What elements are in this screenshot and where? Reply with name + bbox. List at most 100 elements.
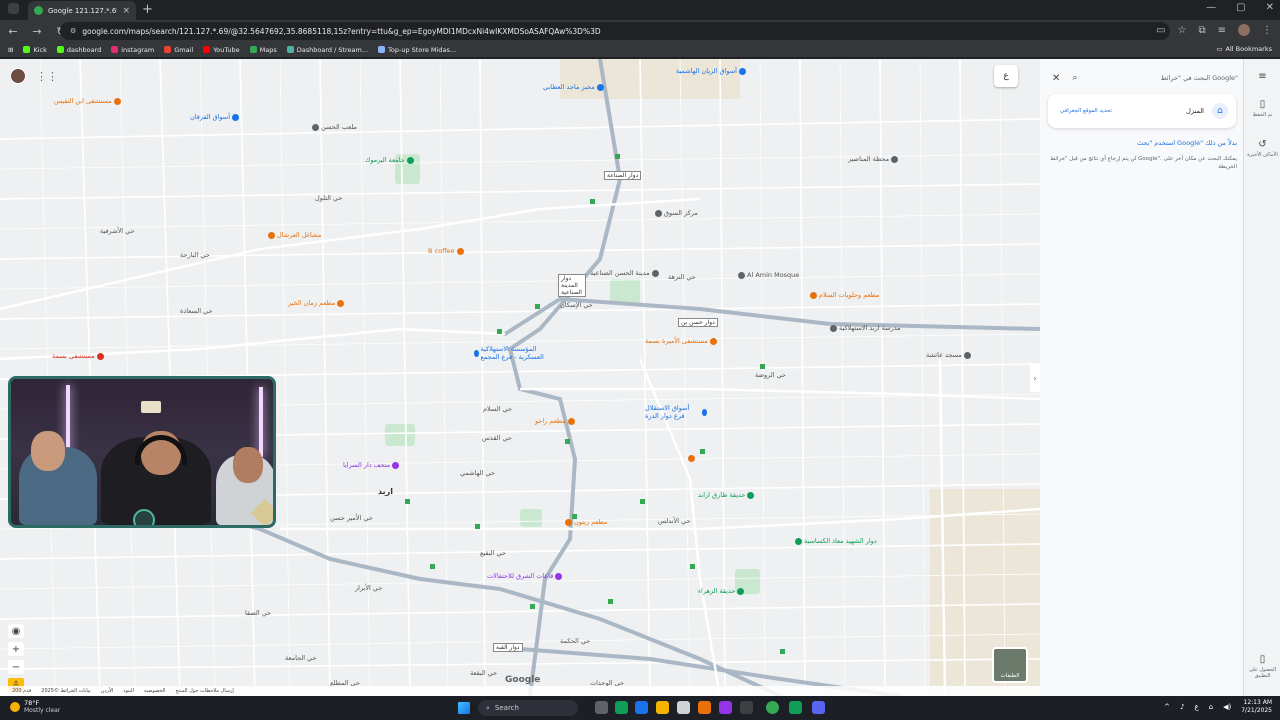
apps-grid-icon[interactable]: ⊞ [8, 46, 13, 54]
network-icon[interactable]: ⌂ [1209, 703, 1213, 711]
new-tab-icon[interactable]: + [142, 2, 153, 17]
app-icon[interactable] [740, 701, 753, 714]
mosque-icon [738, 271, 745, 279]
poi[interactable]: مطعم راحو [535, 417, 575, 425]
poi[interactable]: حديقة طارق ارابد [698, 491, 755, 499]
app-icon[interactable] [719, 701, 732, 714]
microphone-icon[interactable]: ♪ [1180, 703, 1184, 711]
poi[interactable]: مستشفى بسمة [52, 352, 104, 360]
store-icon [268, 231, 275, 239]
rail-recent[interactable]: ↺ الأماكن الأخيرة [1244, 139, 1280, 158]
poi[interactable]: مدرسة اربد الاستهلاكية [830, 324, 901, 332]
poi[interactable]: مشاغل العرشال [268, 231, 321, 239]
menu-icon[interactable]: ⋮ [1262, 25, 1272, 36]
media-icon[interactable]: ≡ [1218, 25, 1226, 36]
maximize-icon[interactable]: ▢ [1236, 2, 1245, 13]
poi[interactable]: مستشفى ابن النفيس [54, 97, 121, 105]
store-icon [378, 46, 386, 53]
kick-icon [56, 46, 64, 53]
close-window-icon[interactable]: ✕ [1266, 2, 1274, 13]
extensions-icon[interactable]: ⧉ [1198, 25, 1205, 36]
bookmark-instagram[interactable]: instagram [111, 46, 154, 54]
rail-saved[interactable]: ▯ تم الحفظ [1244, 99, 1280, 118]
app-icon[interactable] [698, 701, 711, 714]
clock[interactable]: 12:13 AM 7/21/2025 [1241, 699, 1272, 715]
bookmark-youtube[interactable]: YouTube [203, 46, 240, 54]
taskbar-search[interactable]: ⌕ Search [478, 700, 578, 716]
poi[interactable]: مطعم زيتون [565, 518, 607, 526]
app-icon[interactable] [789, 701, 802, 714]
task-view-icon[interactable] [595, 701, 608, 714]
chrome-icon[interactable] [766, 701, 779, 714]
bookmark-kick[interactable]: Kick [23, 46, 47, 54]
edge-icon[interactable] [615, 701, 628, 714]
search-input[interactable]: البحث في "خرائط Google" [1089, 74, 1238, 82]
poi[interactable]: أسواق الفرقان [190, 113, 240, 121]
poi[interactable]: مخبز ماجد العطابي [543, 83, 604, 91]
poi[interactable]: متحف دار السرايا [343, 461, 400, 469]
rail-get-app[interactable]: ▯ الحصول على التطبيق [1244, 654, 1280, 679]
poi[interactable]: دوار الشهيد معاذ الكساسبة [795, 537, 877, 545]
area-label: حي الروضة [755, 371, 787, 379]
google-apps-icon[interactable]: ⋮⋮ [36, 70, 58, 83]
poi[interactable]: مستشفى الأميرة بسمة [645, 337, 717, 345]
poi[interactable]: مركز السوق [655, 209, 698, 217]
poi[interactable]: مطعم زمان الخير [288, 299, 345, 307]
my-location-icon[interactable]: ◉ [8, 624, 24, 638]
site-info-icon[interactable]: ⚙ [70, 27, 76, 35]
back-icon[interactable]: ← [6, 25, 20, 38]
weather-widget[interactable]: 78°F Mostly clear [10, 699, 60, 714]
language-button[interactable]: ع [994, 65, 1018, 87]
collapse-panel-icon[interactable]: › [1030, 364, 1040, 392]
area-label: حي الأمير حسن [330, 514, 373, 522]
search-box[interactable]: ✕ ⌕ البحث في "خرائط Google" [1052, 67, 1238, 89]
profile-avatar[interactable] [1238, 24, 1250, 36]
input-language[interactable]: ع [1194, 703, 1198, 711]
poi[interactable]: مدينة الحسن الصناعية [590, 269, 659, 277]
poi[interactable] [688, 455, 695, 462]
poi[interactable]: أسواق الريان الهاشمية [676, 67, 746, 75]
use-google-search-link[interactable]: استخدم "بحث Google" بدلاً من ذلك [1047, 139, 1237, 147]
home-card[interactable]: تحديد الموقع الجغرافي المنزل ⌂ [1048, 94, 1236, 128]
tray-overflow-icon[interactable]: ^ [1164, 703, 1170, 711]
zoom-in-button[interactable]: + [8, 642, 24, 656]
volume-icon[interactable]: ◀) [1223, 703, 1231, 711]
windows-start-icon[interactable] [458, 702, 470, 714]
bookmark-stream-dashboard[interactable]: Dashboard / Stream... [286, 46, 368, 54]
account-avatar[interactable] [10, 68, 26, 84]
poi[interactable]: محطة المناصير [848, 155, 899, 163]
file-explorer-icon[interactable] [656, 701, 669, 714]
minimize-icon[interactable]: — [1206, 2, 1216, 13]
tab-search-icon[interactable] [8, 3, 19, 14]
poi[interactable]: مطعم وحلويات السلام [810, 291, 879, 299]
app-icon[interactable] [677, 701, 690, 714]
search-icon[interactable]: ⌕ [1072, 73, 1077, 83]
bookmark-gmail[interactable]: Gmail [164, 46, 193, 54]
poi[interactable]: قاعات الشرق للاحتفالات [487, 572, 563, 580]
rail-menu[interactable]: ≡ [1244, 71, 1280, 84]
poi[interactable]: المؤسسة الاستهلاكية العسكرية - فرع المجم… [474, 345, 559, 361]
discord-icon[interactable] [812, 701, 825, 714]
poi[interactable]: Al Amin Mosque [738, 271, 799, 279]
zoom-out-button[interactable]: − [8, 660, 24, 674]
forward-icon[interactable]: → [30, 25, 44, 38]
browser-tab[interactable]: Google خرائط - 69.*.121.127 × [28, 1, 136, 20]
close-icon[interactable]: ✕ [1052, 73, 1060, 84]
bookmark-maps[interactable]: Maps [249, 46, 277, 54]
poi[interactable]: أسواق الاستقلال فرع دوار الدرة [645, 404, 707, 420]
poi[interactable]: حديقة الزهراء [698, 587, 745, 595]
poi[interactable]: جامعة اليرموك [365, 156, 414, 164]
bookmark-star-icon[interactable]: ☆ [1178, 25, 1187, 36]
all-bookmarks[interactable]: ▭ All Bookmarks [1216, 45, 1272, 53]
app-icon[interactable] [635, 701, 648, 714]
poi[interactable]: مسجد عائشة [926, 351, 971, 359]
close-tab-icon[interactable]: × [122, 6, 130, 16]
bookmark-topup-store[interactable]: Top-up Store Midas... [378, 46, 456, 54]
address-bar[interactable]: ⚙ google.com/maps/search/121.127.*.69/@3… [60, 22, 1170, 40]
cast-icon[interactable]: ▭ [1156, 25, 1165, 36]
poi[interactable]: ملعب الحسن [312, 123, 357, 131]
set-location-link[interactable]: تحديد الموقع الجغرافي [1060, 108, 1112, 114]
bookmark-dashboard[interactable]: dashboard [56, 46, 101, 54]
poi[interactable]: B coffee [428, 247, 464, 255]
layers-button[interactable]: الطبقات [992, 647, 1028, 683]
